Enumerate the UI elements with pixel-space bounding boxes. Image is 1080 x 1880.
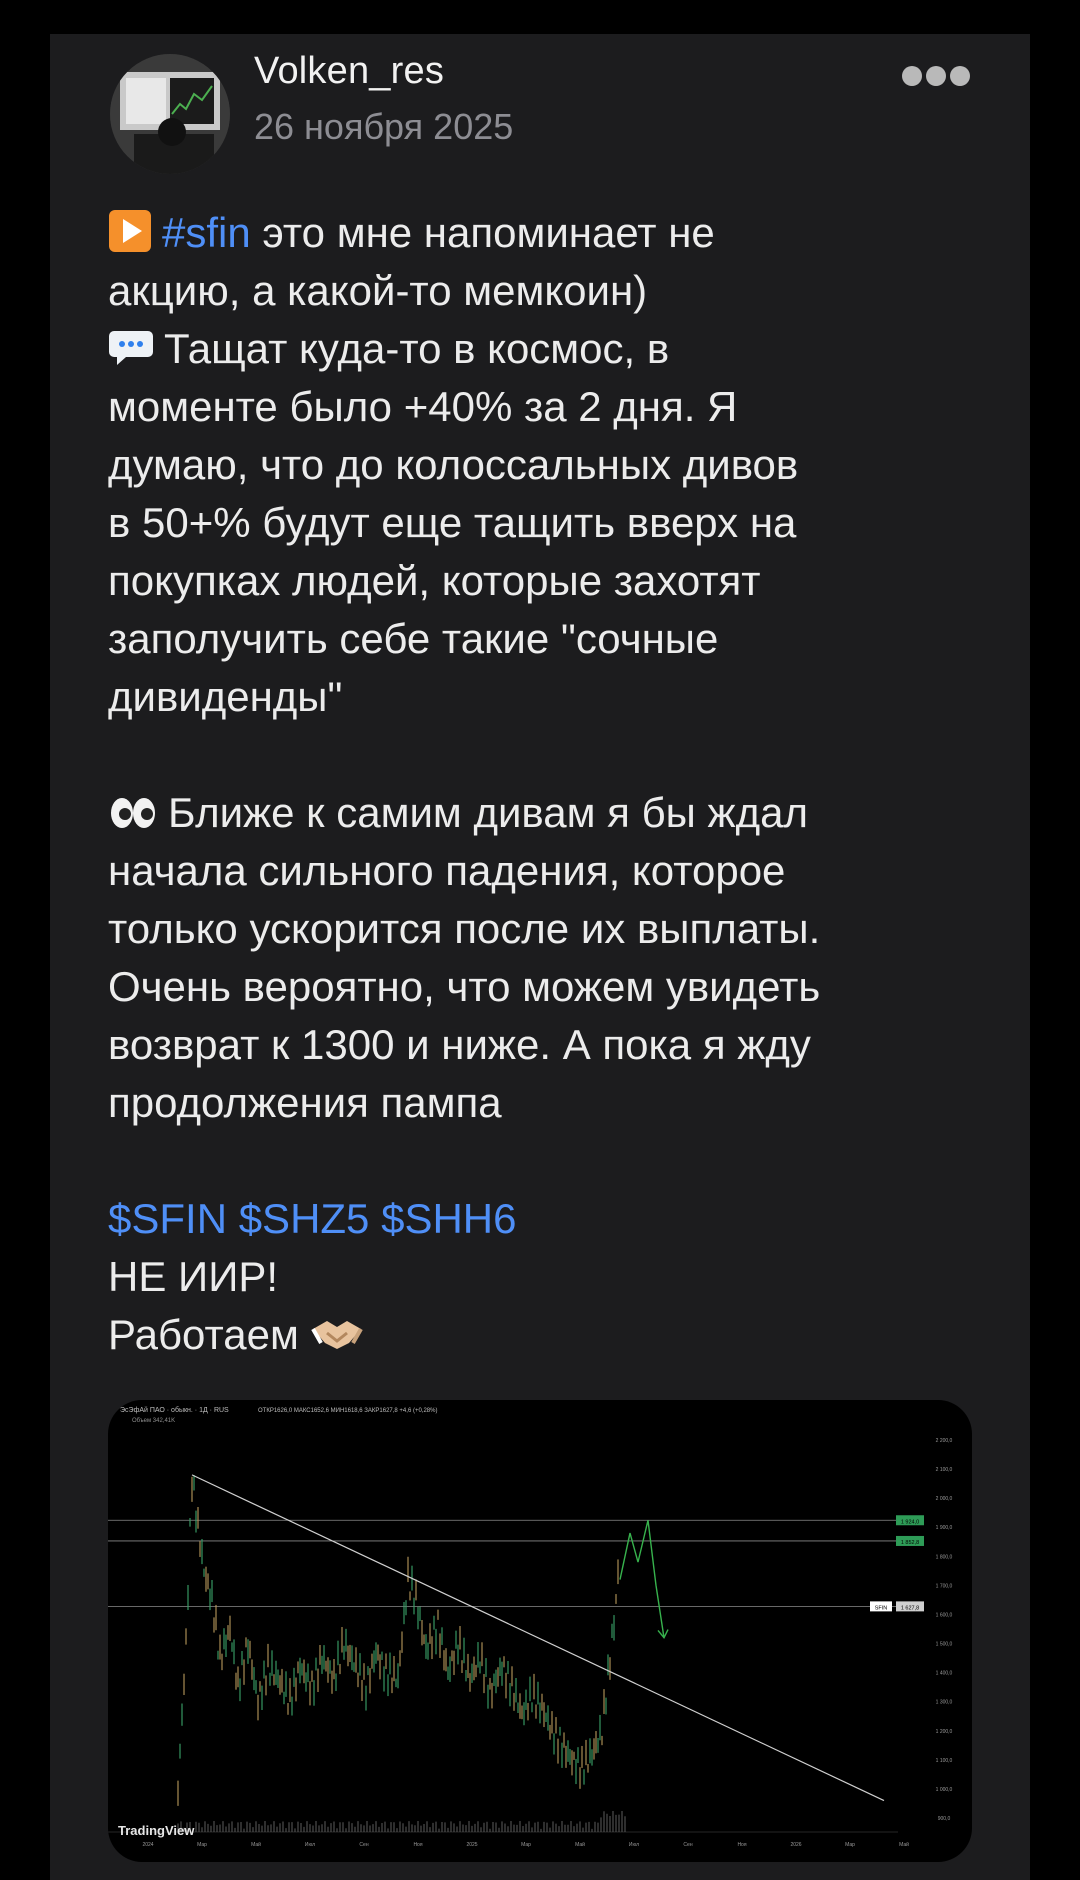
text-segment: моменте было +40% за 2 дня. Я [108, 383, 738, 430]
post-text-line: Работаем [108, 1306, 998, 1364]
y-axis-tick: 1 700,0 [936, 1583, 953, 1589]
handshake-icon [310, 1311, 363, 1370]
trend-line [191, 1474, 885, 1802]
y-axis-tick: 2 000,0 [936, 1496, 953, 1502]
post-text: #sfin это мне напоминает не акцию, а како… [108, 204, 998, 1364]
x-axis-tick: Июл [629, 1842, 639, 1848]
x-axis-tick: 2026 [790, 1842, 801, 1848]
more-options-button[interactable] [902, 62, 972, 90]
x-axis-tick: Мар [845, 1842, 855, 1848]
post-text-line: #sfin это мне напоминает не [108, 204, 998, 262]
chart-ohlc: ОТКР1626,0 МАКС1652,6 МИН1618,6 ЗАКР1627… [258, 1408, 437, 1414]
post-text-line: продолжения пампа [108, 1074, 998, 1132]
post-text-line: Ближе к самим дивам я бы ждал [108, 784, 998, 842]
post-text-line: начала сильного падения, которое [108, 842, 998, 900]
post-card: Volken_res 26 ноября 2025 #sfin это мне … [50, 34, 1030, 1880]
text-segment: Тащат куда-то в космос, в [164, 325, 670, 372]
x-axis-tick: Ноя [737, 1842, 746, 1848]
x-axis-tick: Май [899, 1841, 909, 1848]
eyes-icon [108, 789, 158, 848]
text-segment: Очень вероятно, что можем увидеть [108, 963, 821, 1010]
dot-icon [950, 66, 970, 86]
chart-volume-label: Объем 342,41K [132, 1418, 175, 1424]
x-axis-tick: Июл [305, 1842, 315, 1848]
text-segment: только ускорится после их выплаты. [108, 905, 821, 952]
x-axis-tick: Мар [521, 1842, 531, 1848]
text-segment: дивиденды" [108, 673, 343, 720]
y-axis-tick: 1 800,0 [936, 1554, 953, 1560]
post-text-line: думаю, что до колоссальных дивов [108, 436, 998, 494]
post-text-line: только ускорится после их выплаты. [108, 900, 998, 958]
ticker-badge-label: SFIN [875, 1605, 888, 1611]
author-name[interactable]: Volken_res [254, 50, 444, 93]
speech-bubble-icon [108, 325, 154, 384]
text-segment: продолжения пампа [108, 1079, 502, 1126]
text-segment: возврат к 1300 и ниже. А пока я жду [108, 1021, 811, 1068]
x-axis-tick: Май [251, 1841, 261, 1848]
y-axis-tick: 1 500,0 [936, 1642, 953, 1648]
x-axis-tick: Май [575, 1841, 585, 1848]
tradingview-watermark: TradingView [118, 1823, 195, 1838]
x-axis-tick: 2024 [142, 1842, 153, 1848]
projection-line [619, 1520, 665, 1638]
post-text-line: моменте было +40% за 2 дня. Я [108, 378, 998, 436]
y-axis-tick: 1 400,0 [936, 1671, 953, 1677]
x-axis-tick: Мар [197, 1842, 207, 1848]
y-axis-tick: 2 100,0 [936, 1467, 953, 1473]
post-text-line: в 50+% будут еще тащить вверх на [108, 494, 998, 552]
y-axis-tick: 1 600,0 [936, 1612, 953, 1618]
text-segment: думаю, что до колоссальных дивов [108, 441, 799, 488]
y-axis-tick: 1 200,0 [936, 1729, 953, 1735]
text-segment: в 50+% будут еще тащить вверх на [108, 499, 797, 546]
y-axis-tick: 1 900,0 [936, 1525, 953, 1531]
hashtag-link[interactable]: #sfin [162, 209, 251, 256]
y-axis-tick: 2 200,0 [936, 1438, 953, 1444]
chart-header: ЭсЭфАй ПАО · обыкн. · 1Д · RUS [120, 1406, 229, 1414]
price-badge-label: 1 627,8 [901, 1605, 919, 1611]
text-segment: заполучить себе такие "сочные [108, 615, 719, 662]
text-segment: покупках людей, которые захотят [108, 557, 761, 604]
post-date: 26 ноября 2025 [254, 106, 514, 147]
ticker-link[interactable]: $SHH6 [381, 1195, 516, 1242]
text-segment: Ближе к самим дивам я бы ждал [168, 789, 808, 836]
post-chart-image[interactable]: ЭсЭфАй ПАО · обыкн. · 1Д · RUS ОТКР1626,0… [108, 1400, 972, 1862]
dot-icon [926, 66, 946, 86]
price-badge-label: 1 852,8 [901, 1540, 919, 1546]
play-button-icon [108, 209, 152, 268]
y-axis-tick: 1 000,0 [936, 1787, 953, 1793]
dot-icon [902, 66, 922, 86]
post-text-line: Очень вероятно, что можем увидеть [108, 958, 998, 1016]
post-text-line: $SFIN $SHZ5 $SHH6 [108, 1190, 998, 1248]
x-axis-tick: Сен [683, 1842, 692, 1848]
post-text-line: акцию, а какой-то мемкоин) [108, 262, 998, 320]
post-text-line: заполучить себе такие "сочные [108, 610, 998, 668]
text-segment [227, 1195, 239, 1242]
post-text-line: возврат к 1300 и ниже. А пока я жду [108, 1016, 998, 1074]
post-text-line: дивиденды" [108, 668, 998, 726]
post-text-line: Тащат куда-то в космос, в [108, 320, 998, 378]
x-axis-tick: Ноя [413, 1842, 422, 1848]
y-axis-tick: 1 100,0 [936, 1758, 953, 1764]
text-segment: НЕ ИИР! [108, 1253, 279, 1300]
author-avatar[interactable] [110, 54, 230, 174]
text-segment [369, 1195, 381, 1242]
x-axis-tick: Сен [359, 1842, 368, 1848]
price-chart: ЭсЭфАй ПАО · обыкн. · 1Д · RUS ОТКР1626,0… [108, 1406, 953, 1848]
text-segment: акцию, а какой-то мемкоин) [108, 267, 648, 314]
y-axis-tick: 900,0 [938, 1816, 951, 1822]
post-text-line: НЕ ИИР! [108, 1248, 998, 1306]
price-badge-label: 1 924,0 [901, 1519, 919, 1525]
post-text-line: покупках людей, которые захотят [108, 552, 998, 610]
ticker-link[interactable]: $SFIN [108, 1195, 227, 1242]
text-segment: это мне напоминает не [250, 209, 715, 256]
y-axis-tick: 1 300,0 [936, 1700, 953, 1706]
x-axis-tick: 2025 [466, 1842, 477, 1848]
ticker-link[interactable]: $SHZ5 [239, 1195, 370, 1242]
text-segment: начала сильного падения, которое [108, 847, 786, 894]
avatar-image [110, 54, 230, 174]
text-segment: Работаем [108, 1311, 311, 1358]
